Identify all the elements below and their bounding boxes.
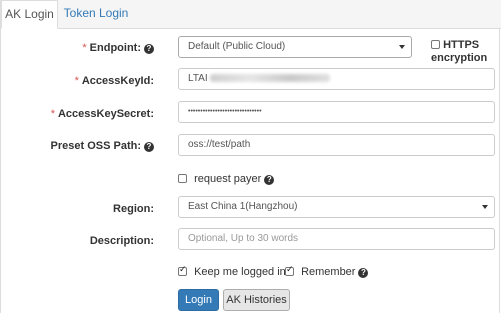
required-mark: *: [74, 75, 79, 87]
access-key-secret-label: * AccessKeySecret:: [50, 108, 154, 120]
https-checkbox[interactable]: [431, 40, 440, 49]
chevron-down-icon: [482, 205, 488, 209]
description-label: Description:: [89, 235, 154, 247]
remember-checkbox[interactable]: [285, 264, 294, 276]
tab-ak-login[interactable]: AK Login: [1, 0, 58, 29]
chevron-down-icon: [399, 45, 405, 49]
help-icon[interactable]: ?: [144, 142, 154, 152]
help-icon[interactable]: ?: [264, 175, 275, 185]
help-icon[interactable]: ?: [144, 44, 154, 54]
tab-token-login[interactable]: Token Login: [58, 0, 134, 28]
endpoint-select[interactable]: Default (Public Cloud): [178, 36, 412, 58]
preset-oss-path-input[interactable]: oss://test/path: [178, 134, 495, 156]
ak-histories-button[interactable]: AK Histories: [223, 289, 290, 311]
preset-oss-path-label: Preset OSS Path:?: [51, 140, 154, 152]
required-mark: *: [82, 42, 87, 54]
keep-logged-in-option[interactable]: Keep me logged in: [178, 264, 286, 278]
login-button[interactable]: Login: [178, 289, 219, 311]
endpoint-label: * Endpoint:?: [82, 42, 154, 54]
request-payer-option[interactable]: request payer?: [178, 173, 275, 185]
help-icon[interactable]: ?: [358, 268, 369, 278]
access-key-secret-input[interactable]: ••••••••••••••••••••••••••••••: [178, 101, 495, 123]
description-input[interactable]: Optional, Up to 30 words: [178, 228, 495, 250]
https-encryption-option[interactable]: HTTPS encryption: [431, 39, 487, 65]
request-payer-checkbox[interactable]: [178, 174, 187, 183]
login-panel: AK Login Token Login * Endpoint:? Default…: [0, 0, 501, 313]
remember-option[interactable]: Remember?: [285, 264, 369, 278]
access-key-id-input[interactable]: LTAI: [178, 68, 495, 90]
access-key-id-label: * AccessKeyId:: [74, 75, 154, 87]
region-label: Region:: [113, 203, 154, 215]
redacted-value: [209, 74, 330, 82]
login-tabs: AK Login Token Login: [1, 0, 501, 29]
required-mark: *: [50, 108, 55, 120]
keep-logged-in-checkbox[interactable]: [178, 264, 187, 276]
region-select[interactable]: East China 1(Hangzhou): [178, 196, 495, 218]
